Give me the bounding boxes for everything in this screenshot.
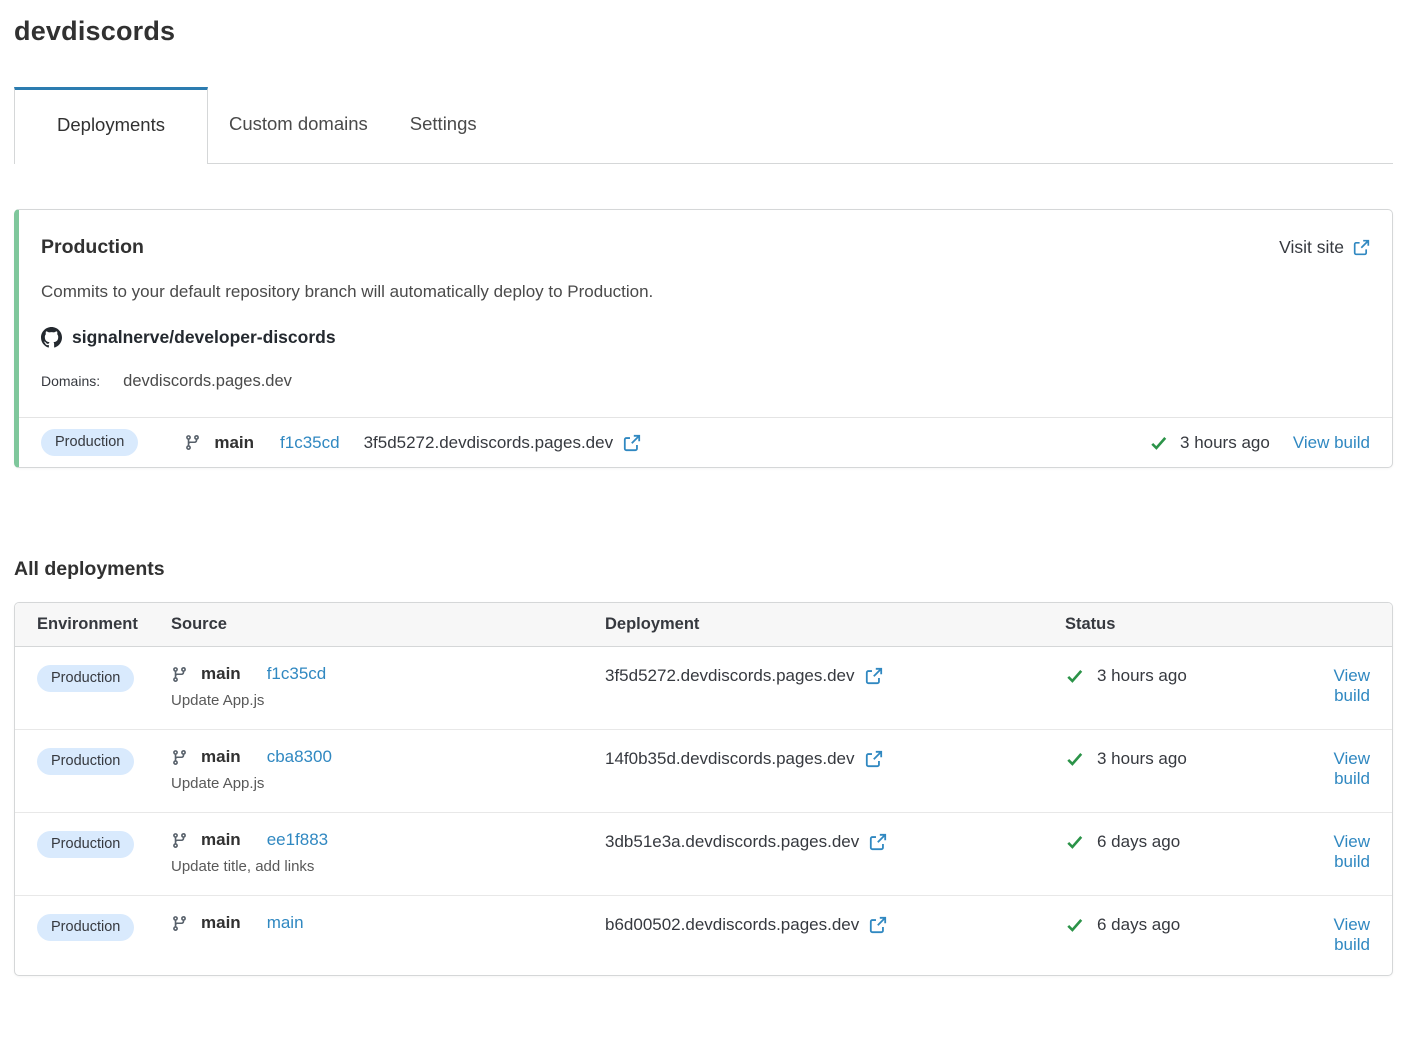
table-row: Production main main b6d00502.devdiscord… [15,896,1392,975]
branch-name: main [201,913,241,933]
deployments-table-body: Production main f1c35cd Update App.js 3f… [15,647,1392,975]
table-row: Production main ee1f883 Update title, ad… [15,813,1392,896]
status-time: 6 days ago [1097,832,1180,852]
commit-link[interactable]: ee1f883 [267,830,328,850]
deployments-table: Environment Source Deployment Status Pro… [14,602,1393,976]
production-deployment-row: Production main f1c35cd 3f5d5272.devdisc… [19,417,1392,467]
table-row: Production main f1c35cd Update App.js 3f… [15,647,1392,730]
deployment-url: 3f5d5272.devdiscords.pages.dev [605,666,855,686]
tab-deployments[interactable]: Deployments [14,87,208,164]
tab-custom-domains[interactable]: Custom domains [208,87,389,163]
commit-message: Update title, add links [171,858,605,875]
check-icon [1065,749,1085,769]
column-header-source: Source [171,615,605,634]
commit-message: Update App.js [171,692,605,709]
commit-link[interactable]: f1c35cd [280,433,340,453]
git-branch-icon [171,666,188,683]
git-branch-icon [184,434,201,451]
deployment-url: 3db51e3a.devdiscords.pages.dev [605,832,859,852]
branch-name: main [201,747,241,767]
external-link-icon[interactable] [623,434,641,452]
status-time: 3 hours ago [1097,749,1187,769]
view-build-link[interactable]: View build [1333,749,1370,788]
deployment-url: 14f0b35d.devdiscords.pages.dev [605,749,855,769]
commit-link[interactable]: f1c35cd [267,664,327,684]
check-icon [1149,433,1169,453]
column-header-environment: Environment [37,615,171,634]
column-header-status: Status [1065,615,1283,634]
view-build-link[interactable]: View build [1293,433,1370,453]
domains-value: devdiscords.pages.dev [123,372,292,391]
git-branch-icon [171,915,188,932]
external-link-icon[interactable] [869,916,887,934]
deployment-url: b6d00502.devdiscords.pages.dev [605,915,859,935]
external-link-icon[interactable] [865,667,883,685]
production-description: Commits to your default repository branc… [41,282,1370,302]
commit-link[interactable]: cba8300 [267,747,332,767]
visit-site-label: Visit site [1279,237,1344,258]
deployments-table-header: Environment Source Deployment Status [15,603,1392,647]
environment-badge: Production [37,665,134,692]
check-icon [1065,666,1085,686]
branch-name: main [201,830,241,850]
check-icon [1065,915,1085,935]
commit-message: Update App.js [171,775,605,792]
tab-bar: Deployments Custom domains Settings [14,87,1393,164]
domains-label: Domains: [41,373,100,389]
git-branch-icon [171,832,188,849]
repo-name[interactable]: signalnerve/developer-discords [72,327,336,348]
github-icon [41,327,62,348]
view-build-link[interactable]: View build [1333,915,1370,954]
all-deployments-heading: All deployments [14,558,1393,581]
external-link-icon[interactable] [865,750,883,768]
environment-badge: Production [37,831,134,858]
status-time: 3 hours ago [1097,666,1187,686]
git-branch-icon [171,749,188,766]
environment-badge: Production [37,748,134,775]
view-build-link[interactable]: View build [1333,666,1370,705]
visit-site-link[interactable]: Visit site [1279,237,1370,258]
tab-settings[interactable]: Settings [389,87,498,163]
pages-project-page: devdiscords Deployments Custom domains S… [0,0,1413,976]
status-time: 3 hours ago [1180,433,1270,453]
check-icon [1065,832,1085,852]
commit-link[interactable]: main [267,913,304,933]
external-link-icon [1353,239,1370,256]
branch-name: main [201,664,241,684]
environment-badge: Production [41,429,138,456]
production-card-title: Production [41,236,144,259]
production-card: Production Visit site Commits to your de… [14,209,1393,468]
external-link-icon[interactable] [869,833,887,851]
branch-name: main [214,433,254,453]
table-row: Production main cba8300 Update App.js 14… [15,730,1392,813]
page-title: devdiscords [14,16,1393,47]
environment-badge: Production [37,914,134,941]
column-header-deployment: Deployment [605,615,1065,634]
deployment-url: 3f5d5272.devdiscords.pages.dev [364,433,614,453]
status-time: 6 days ago [1097,915,1180,935]
view-build-link[interactable]: View build [1333,832,1370,871]
